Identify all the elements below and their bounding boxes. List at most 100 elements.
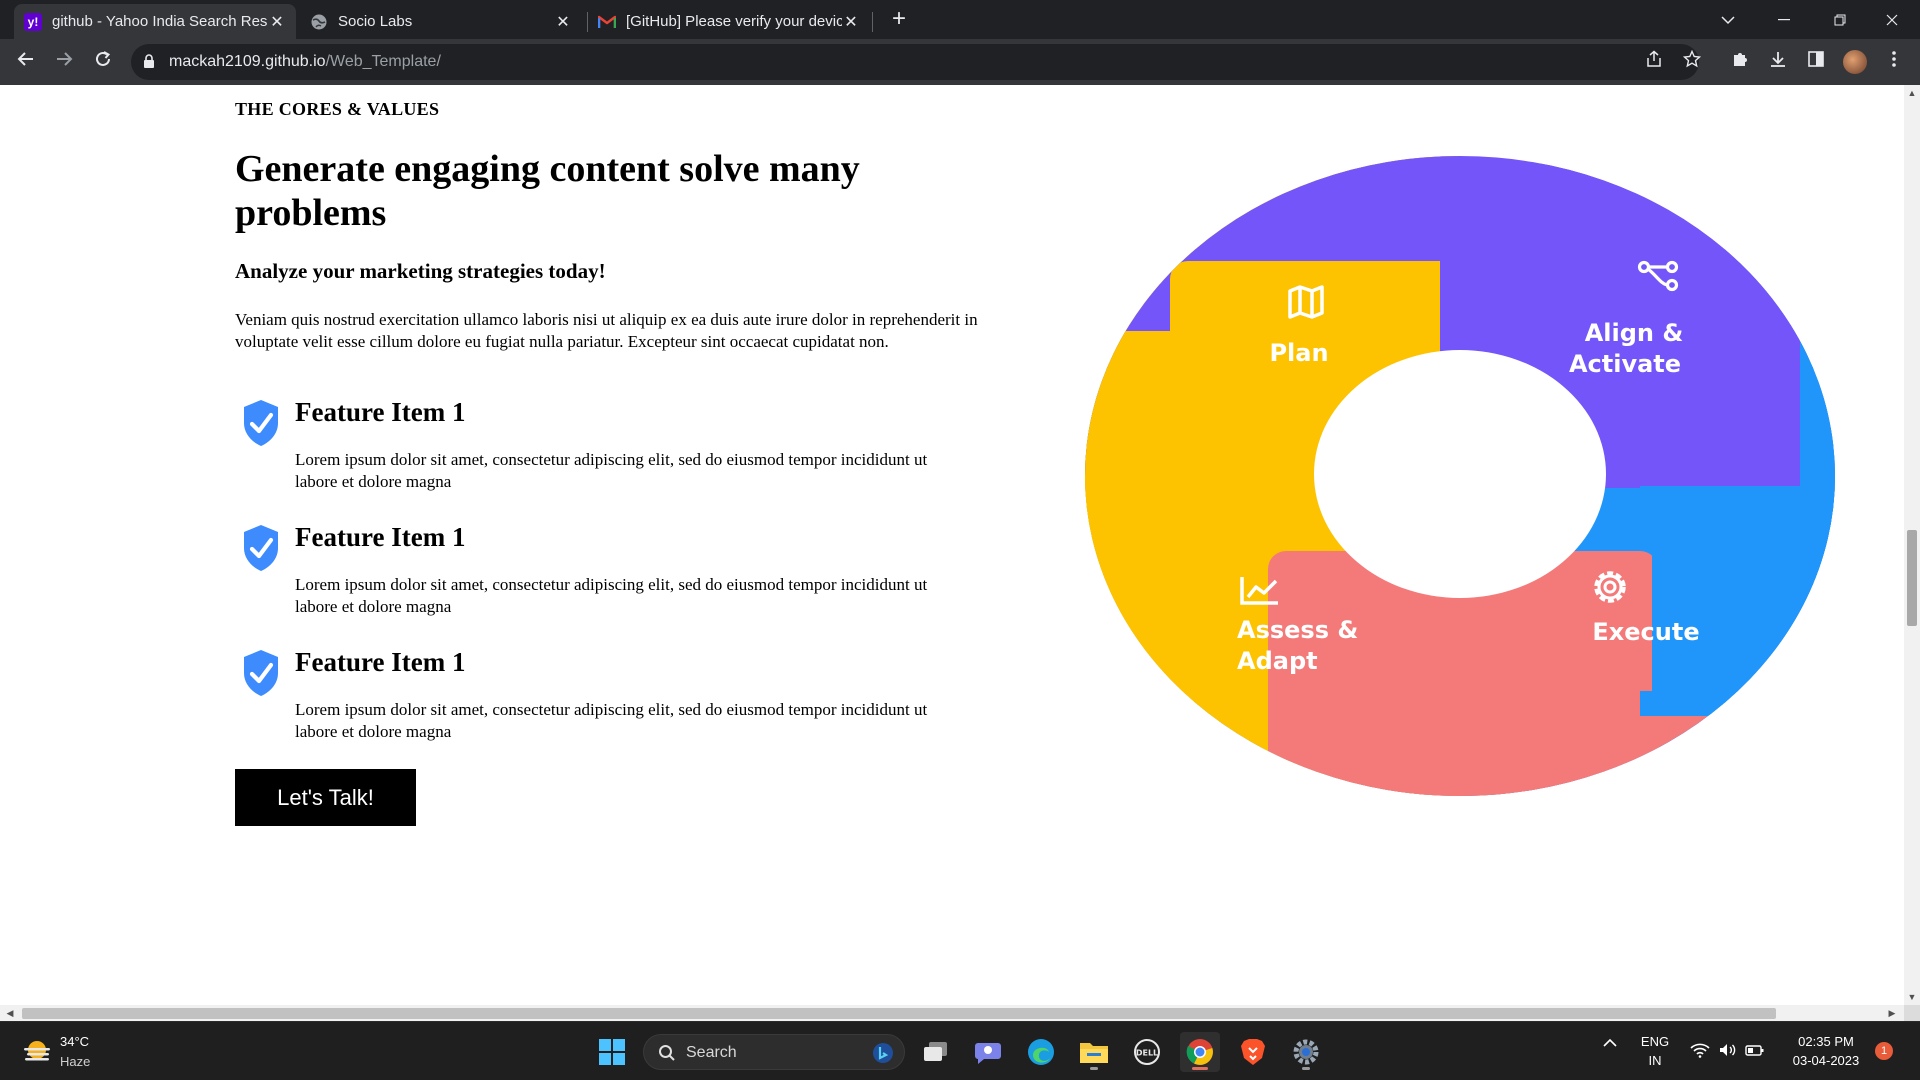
address-bar[interactable]: mackah2109.github.io/Web_Template/ — [131, 44, 1699, 80]
bookmark-button[interactable] — [1678, 48, 1706, 76]
quick-settings-button[interactable] — [1690, 1042, 1770, 1061]
check-shield-icon — [244, 400, 278, 446]
gmail-icon — [598, 13, 616, 31]
back-button[interactable] — [12, 48, 40, 76]
plan-label: Plan — [1269, 339, 1328, 367]
taskbar-search[interactable]: Search — [643, 1034, 905, 1070]
vertical-scrollbar[interactable]: ▲ ▼ — [1904, 85, 1920, 1005]
volume-icon — [1719, 1044, 1735, 1056]
scroll-up-arrow-icon[interactable]: ▲ — [1904, 85, 1920, 101]
new-tab-button[interactable]: + — [885, 6, 913, 34]
cycle-diagram: Plan Align & Activate Execute Assess & A… — [1085, 156, 1835, 796]
close-icon — [1886, 14, 1898, 25]
scrollbar-corner — [1904, 1005, 1920, 1021]
puzzle-icon — [1734, 53, 1747, 66]
extensions-button[interactable] — [1726, 48, 1754, 76]
input-language[interactable]: ENG IN — [1638, 1034, 1672, 1068]
chat-icon — [975, 1043, 1001, 1064]
region-code: IN — [1648, 1053, 1662, 1068]
task-view-button[interactable] — [916, 1032, 956, 1072]
bing-icon — [873, 1043, 893, 1063]
tab-github-verify[interactable]: [GitHub] Please verify your devic ✕ — [588, 4, 870, 39]
yahoo-icon: y! — [24, 12, 42, 31]
tab-yahoo-search[interactable]: y! github - Yahoo India Search Resu ✕ — [14, 4, 296, 39]
browser-toolbar: mackah2109.github.io/Web_Template/ — [0, 39, 1920, 85]
start-button[interactable] — [592, 1032, 632, 1072]
clock-date: 03-04-2023 — [1792, 1053, 1860, 1068]
weather-temperature: 34°C — [60, 1034, 90, 1049]
kebab-menu-icon — [1892, 51, 1896, 67]
tab-title: github - Yahoo India Search Resu — [52, 13, 268, 30]
active-indicator — [1192, 1067, 1208, 1070]
tab-title: Socio Labs — [338, 13, 413, 30]
gear-icon — [1293, 1039, 1319, 1065]
restore-icon — [1834, 14, 1846, 25]
share-button[interactable] — [1640, 48, 1668, 76]
search-label: Search — [686, 1044, 737, 1061]
windows-taskbar: 34°C Haze Search DELL ENG IN 02:35 PM 03… — [0, 1021, 1920, 1080]
reload-icon — [96, 51, 111, 66]
forward-button[interactable] — [50, 48, 78, 76]
arrow-left-icon — [17, 52, 33, 66]
folder-icon — [1080, 1043, 1108, 1063]
lets-talk-button[interactable]: Let's Talk! — [235, 769, 416, 826]
close-window-button[interactable] — [1864, 0, 1920, 39]
feature-description: Lorem ipsum dolor sit amet, consectetur … — [295, 450, 928, 491]
tab-socio-labs[interactable]: Socio Labs ✕ — [300, 4, 582, 39]
dell-app-button[interactable]: DELL — [1127, 1032, 1167, 1072]
chrome-icon — [1186, 1039, 1213, 1065]
tab-search-button[interactable] — [1700, 0, 1756, 39]
scroll-down-arrow-icon[interactable]: ▼ — [1904, 989, 1920, 1005]
browser-tab-bar: y! github - Yahoo India Search Resu ✕ So… — [0, 0, 1920, 39]
menu-button[interactable] — [1880, 48, 1908, 76]
reload-button[interactable] — [89, 48, 117, 76]
lock-icon — [144, 54, 154, 68]
settings-button[interactable] — [1286, 1032, 1326, 1072]
url-path: /Web_Template/ — [325, 53, 441, 70]
minimize-icon — [1778, 18, 1790, 20]
teams-chat-button[interactable] — [968, 1032, 1008, 1072]
page-viewport: THE CORES & VALUES Generate engaging con… — [0, 85, 1904, 1005]
minimize-button[interactable] — [1756, 0, 1812, 39]
chrome-button[interactable] — [1180, 1032, 1220, 1072]
vertical-scroll-thumb[interactable] — [1907, 530, 1917, 626]
tray-overflow-button[interactable] — [1600, 1036, 1620, 1051]
brave-lion-icon — [1241, 1039, 1265, 1065]
profile-avatar[interactable] — [1843, 50, 1867, 74]
windows-logo-icon — [599, 1039, 625, 1065]
language-code: ENG — [1640, 1034, 1670, 1049]
file-explorer-button[interactable] — [1074, 1032, 1114, 1072]
dell-icon: DELL — [1134, 1039, 1160, 1065]
task-view-icon — [924, 1042, 947, 1061]
notification-badge[interactable]: 1 — [1875, 1042, 1893, 1060]
url-host: mackah2109.github.io — [169, 53, 326, 70]
assess-label-line2: Adapt — [1237, 647, 1318, 675]
brave-button[interactable] — [1233, 1032, 1273, 1072]
share-icon — [1647, 50, 1661, 67]
battery-icon — [1745, 1045, 1764, 1056]
close-icon[interactable]: ✕ — [842, 12, 860, 32]
downloads-button[interactable] — [1764, 48, 1792, 76]
clock[interactable]: 02:35 PM 03-04-2023 — [1786, 1034, 1866, 1068]
edge-button[interactable] — [1021, 1032, 1061, 1072]
restore-button[interactable] — [1812, 0, 1868, 39]
svg-text:DELL: DELL — [1136, 1049, 1158, 1058]
haze-weather-icon[interactable] — [22, 1038, 52, 1064]
close-icon[interactable]: ✕ — [268, 12, 286, 32]
tab-separator — [872, 12, 873, 32]
ring-hole — [1314, 350, 1606, 598]
horizontal-scroll-thumb[interactable] — [22, 1008, 1776, 1019]
side-panel-button[interactable] — [1802, 48, 1830, 76]
scroll-left-arrow-icon[interactable]: ◀ — [2, 1005, 18, 1021]
horizontal-scrollbar[interactable]: ◀ ▶ — [0, 1005, 1904, 1021]
scroll-right-arrow-icon[interactable]: ▶ — [1884, 1005, 1900, 1021]
url-text: mackah2109.github.io/Web_Template/ — [169, 53, 441, 71]
section-intro: Veniam quis nostrud exercitation ullamco… — [235, 310, 978, 351]
chevron-up-icon — [1603, 1038, 1617, 1047]
clock-time: 02:35 PM — [1798, 1034, 1854, 1049]
feature-title: Feature Item 1 — [295, 647, 466, 677]
close-icon[interactable]: ✕ — [554, 12, 572, 32]
feature-description: Lorem ipsum dolor sit amet, consectetur … — [295, 575, 928, 616]
section-eyebrow: THE CORES & VALUES — [235, 99, 440, 119]
feature-description: Lorem ipsum dolor sit amet, consectetur … — [295, 700, 928, 741]
